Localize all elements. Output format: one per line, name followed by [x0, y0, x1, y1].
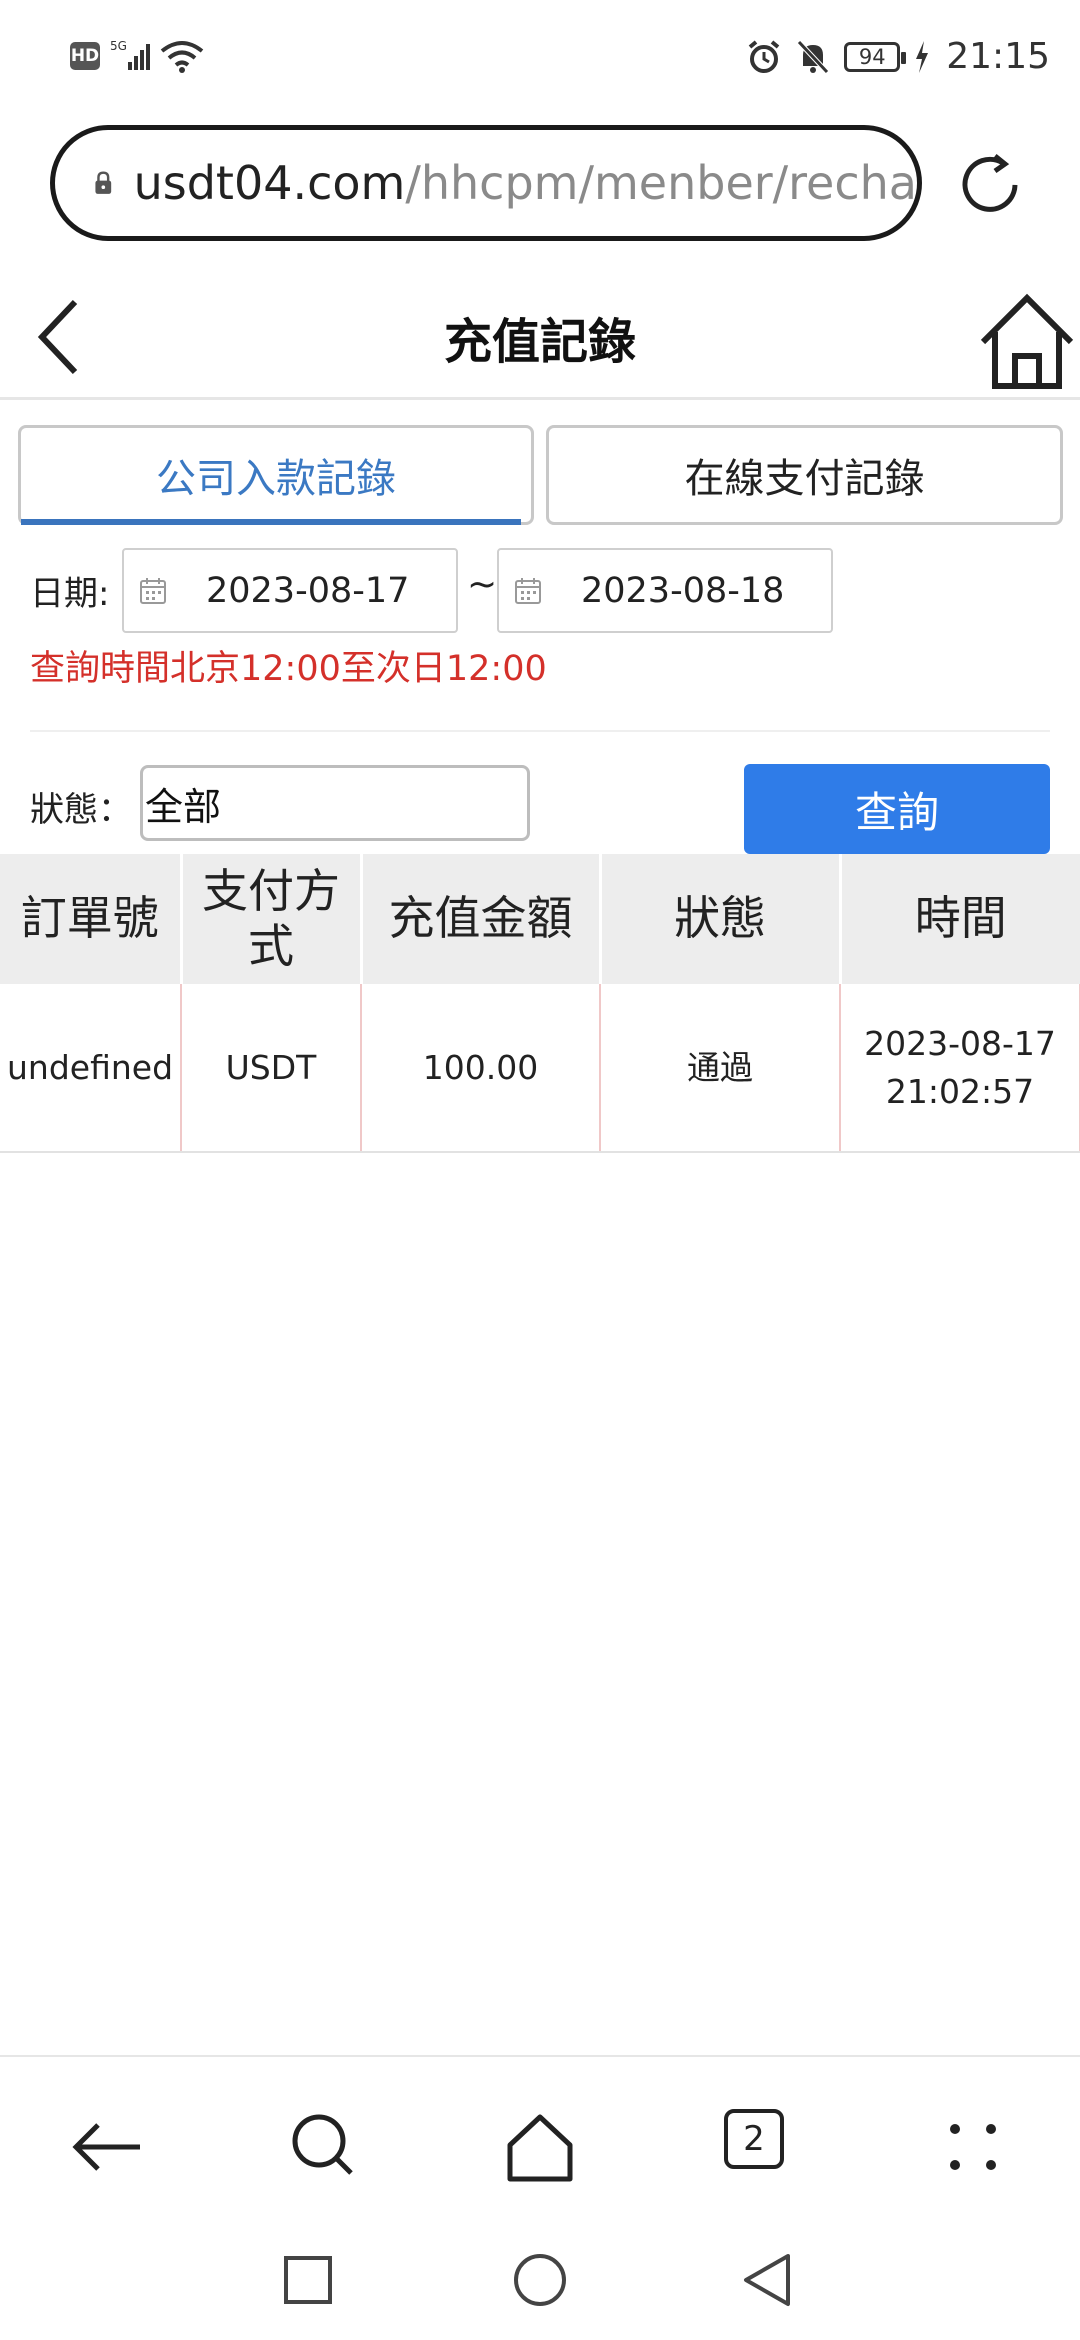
- header-order-no: 訂單號: [0, 854, 183, 984]
- tab-count: 2: [724, 2109, 784, 2169]
- cell-payment-method: USDT: [181, 984, 362, 1153]
- tab-company-deposit[interactable]: 公司入款記錄: [18, 425, 534, 525]
- back-icon[interactable]: [68, 2107, 148, 2187]
- cell-time-clock: 21:02:57: [885, 1071, 1035, 1111]
- date-label: 日期:: [30, 574, 110, 614]
- reload-icon[interactable]: [955, 150, 1025, 220]
- cell-order-no: undefined: [0, 984, 182, 1153]
- cell-time-date: 2023-08-17: [864, 1023, 1056, 1063]
- header-payment-method: 支付方式: [181, 854, 363, 984]
- status-select-value: 全部: [145, 784, 222, 829]
- home-nav-icon[interactable]: [500, 2107, 580, 2187]
- date-separator: ~: [467, 564, 498, 605]
- address-bar[interactable]: usdt04.com/hhcpm/menber/recha: [50, 125, 922, 241]
- url-path: /hhcpm/menber/recha: [405, 156, 917, 210]
- hd-icon: HD: [70, 42, 100, 70]
- battery-indicator: 94: [844, 41, 907, 72]
- table-header-row: 訂單號 支付方式 充值金額 狀態 時間: [0, 854, 1080, 984]
- cell-time: 2023-08-17 21:02:57: [840, 984, 1080, 1153]
- home-circle-icon[interactable]: [510, 2250, 570, 2310]
- url-host: usdt04.com: [133, 156, 406, 210]
- browser-bottom-nav: 2: [0, 2055, 1080, 2225]
- query-time-note: 查詢時間北京12:00至次日12:00: [30, 649, 547, 689]
- lock-icon: [95, 171, 112, 194]
- home-icon[interactable]: [975, 290, 1080, 395]
- page-title: 充值記錄: [443, 314, 636, 370]
- status-select[interactable]: 全部: [140, 765, 530, 841]
- status-label: 狀態：: [30, 790, 132, 830]
- date-filter: 日期: 2023-08-17 ~ 2023-08-18: [30, 548, 1070, 633]
- records-table: 訂單號 支付方式 充值金額 狀態 時間 undefined USDT 100.0…: [0, 854, 1080, 1153]
- status-bar: HD 5G 94 21:15: [0, 0, 1080, 120]
- tab-online-payment[interactable]: 在線支付記錄: [546, 425, 1063, 525]
- url-text: usdt04.com/hhcpm/menber/recha: [134, 156, 917, 210]
- search-icon[interactable]: [285, 2107, 365, 2187]
- charging-icon: [916, 40, 929, 73]
- status-right: 94 21:15: [746, 36, 1050, 77]
- header-amount: 充值金額: [361, 854, 602, 984]
- svg-text:5G: 5G: [110, 39, 127, 53]
- table-row: undefined USDT 100.00 通過 2023-08-17 21:02…: [0, 984, 1080, 1153]
- wifi-icon: [160, 41, 204, 73]
- mute-bell-icon: [797, 39, 830, 74]
- header-status: 狀態: [600, 854, 842, 984]
- alarm-icon: [748, 39, 780, 73]
- calendar-icon: [140, 577, 166, 604]
- date-to-value: 2023-08-18: [581, 570, 785, 611]
- cell-amount: 100.00: [361, 984, 601, 1153]
- calendar-icon: [515, 577, 541, 604]
- record-tabs: 公司入款記錄 在線支付記錄: [18, 425, 1063, 527]
- date-to-input[interactable]: 2023-08-18: [497, 548, 833, 633]
- tabs-button[interactable]: 2: [722, 2107, 802, 2187]
- more-menu-icon[interactable]: [933, 2107, 1013, 2187]
- back-triangle-icon[interactable]: [738, 2250, 798, 2310]
- status-left: HD 5G: [70, 38, 204, 74]
- date-from-input[interactable]: 2023-08-17: [122, 548, 458, 633]
- signal-5g-icon: 5G: [110, 39, 150, 70]
- cell-status: 通過: [600, 984, 841, 1153]
- system-nav-bar: [0, 2230, 1080, 2340]
- header-time: 時間: [840, 854, 1080, 984]
- clock: 21:15: [946, 36, 1050, 77]
- divider: [30, 730, 1050, 732]
- date-from-value: 2023-08-17: [206, 570, 410, 611]
- recents-icon[interactable]: [278, 2250, 338, 2310]
- query-button[interactable]: 查詢: [744, 764, 1050, 854]
- page-header: 充值記錄: [0, 270, 1080, 400]
